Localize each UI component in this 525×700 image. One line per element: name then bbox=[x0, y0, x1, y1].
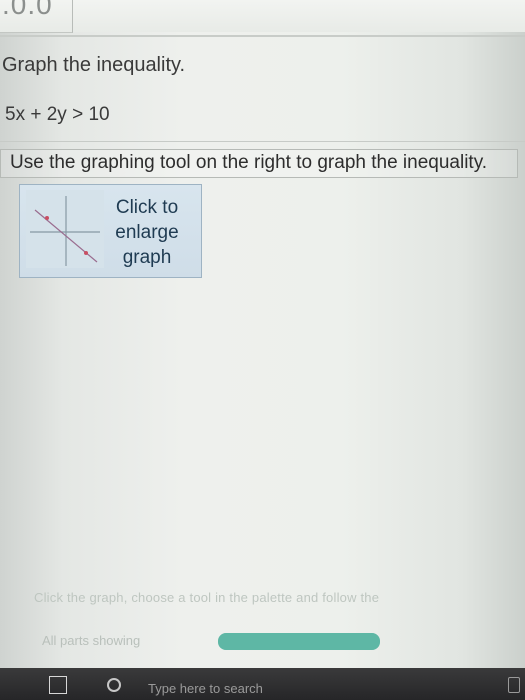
header-strip bbox=[0, 0, 525, 32]
graph-thumbnail-icon bbox=[26, 190, 104, 273]
taskbar-search-input[interactable]: Type here to search bbox=[148, 681, 263, 696]
score-box: .0.0 bbox=[0, 0, 73, 33]
footer-help-text: Click the graph, choose a tool in the pa… bbox=[34, 590, 380, 605]
progress-fill bbox=[218, 633, 380, 650]
enlarge-line-3: graph bbox=[122, 247, 172, 268]
score-text: .0.0 bbox=[2, 0, 53, 20]
question-prompt: Graph the inequality. bbox=[2, 54, 186, 76]
enlarge-line-1: Click to bbox=[115, 197, 179, 218]
enlarge-graph-label: Click to enlarge graph bbox=[109, 195, 185, 270]
progress-track bbox=[218, 633, 380, 650]
system-icon[interactable] bbox=[508, 677, 520, 693]
header-divider bbox=[0, 35, 525, 37]
enlarge-graph-button[interactable]: Click to enlarge graph bbox=[19, 184, 202, 278]
instruction-text: Use the graphing tool on the right to gr… bbox=[10, 152, 488, 173]
inequality-text: 5x + 2y > 10 bbox=[5, 104, 110, 125]
parts-status: All parts showing bbox=[42, 633, 141, 648]
status-row: All parts showing bbox=[36, 630, 386, 654]
windows-icon[interactable] bbox=[49, 676, 67, 694]
content-divider bbox=[0, 141, 525, 142]
search-icon[interactable] bbox=[107, 678, 121, 692]
enlarge-line-2: enlarge bbox=[115, 222, 179, 243]
